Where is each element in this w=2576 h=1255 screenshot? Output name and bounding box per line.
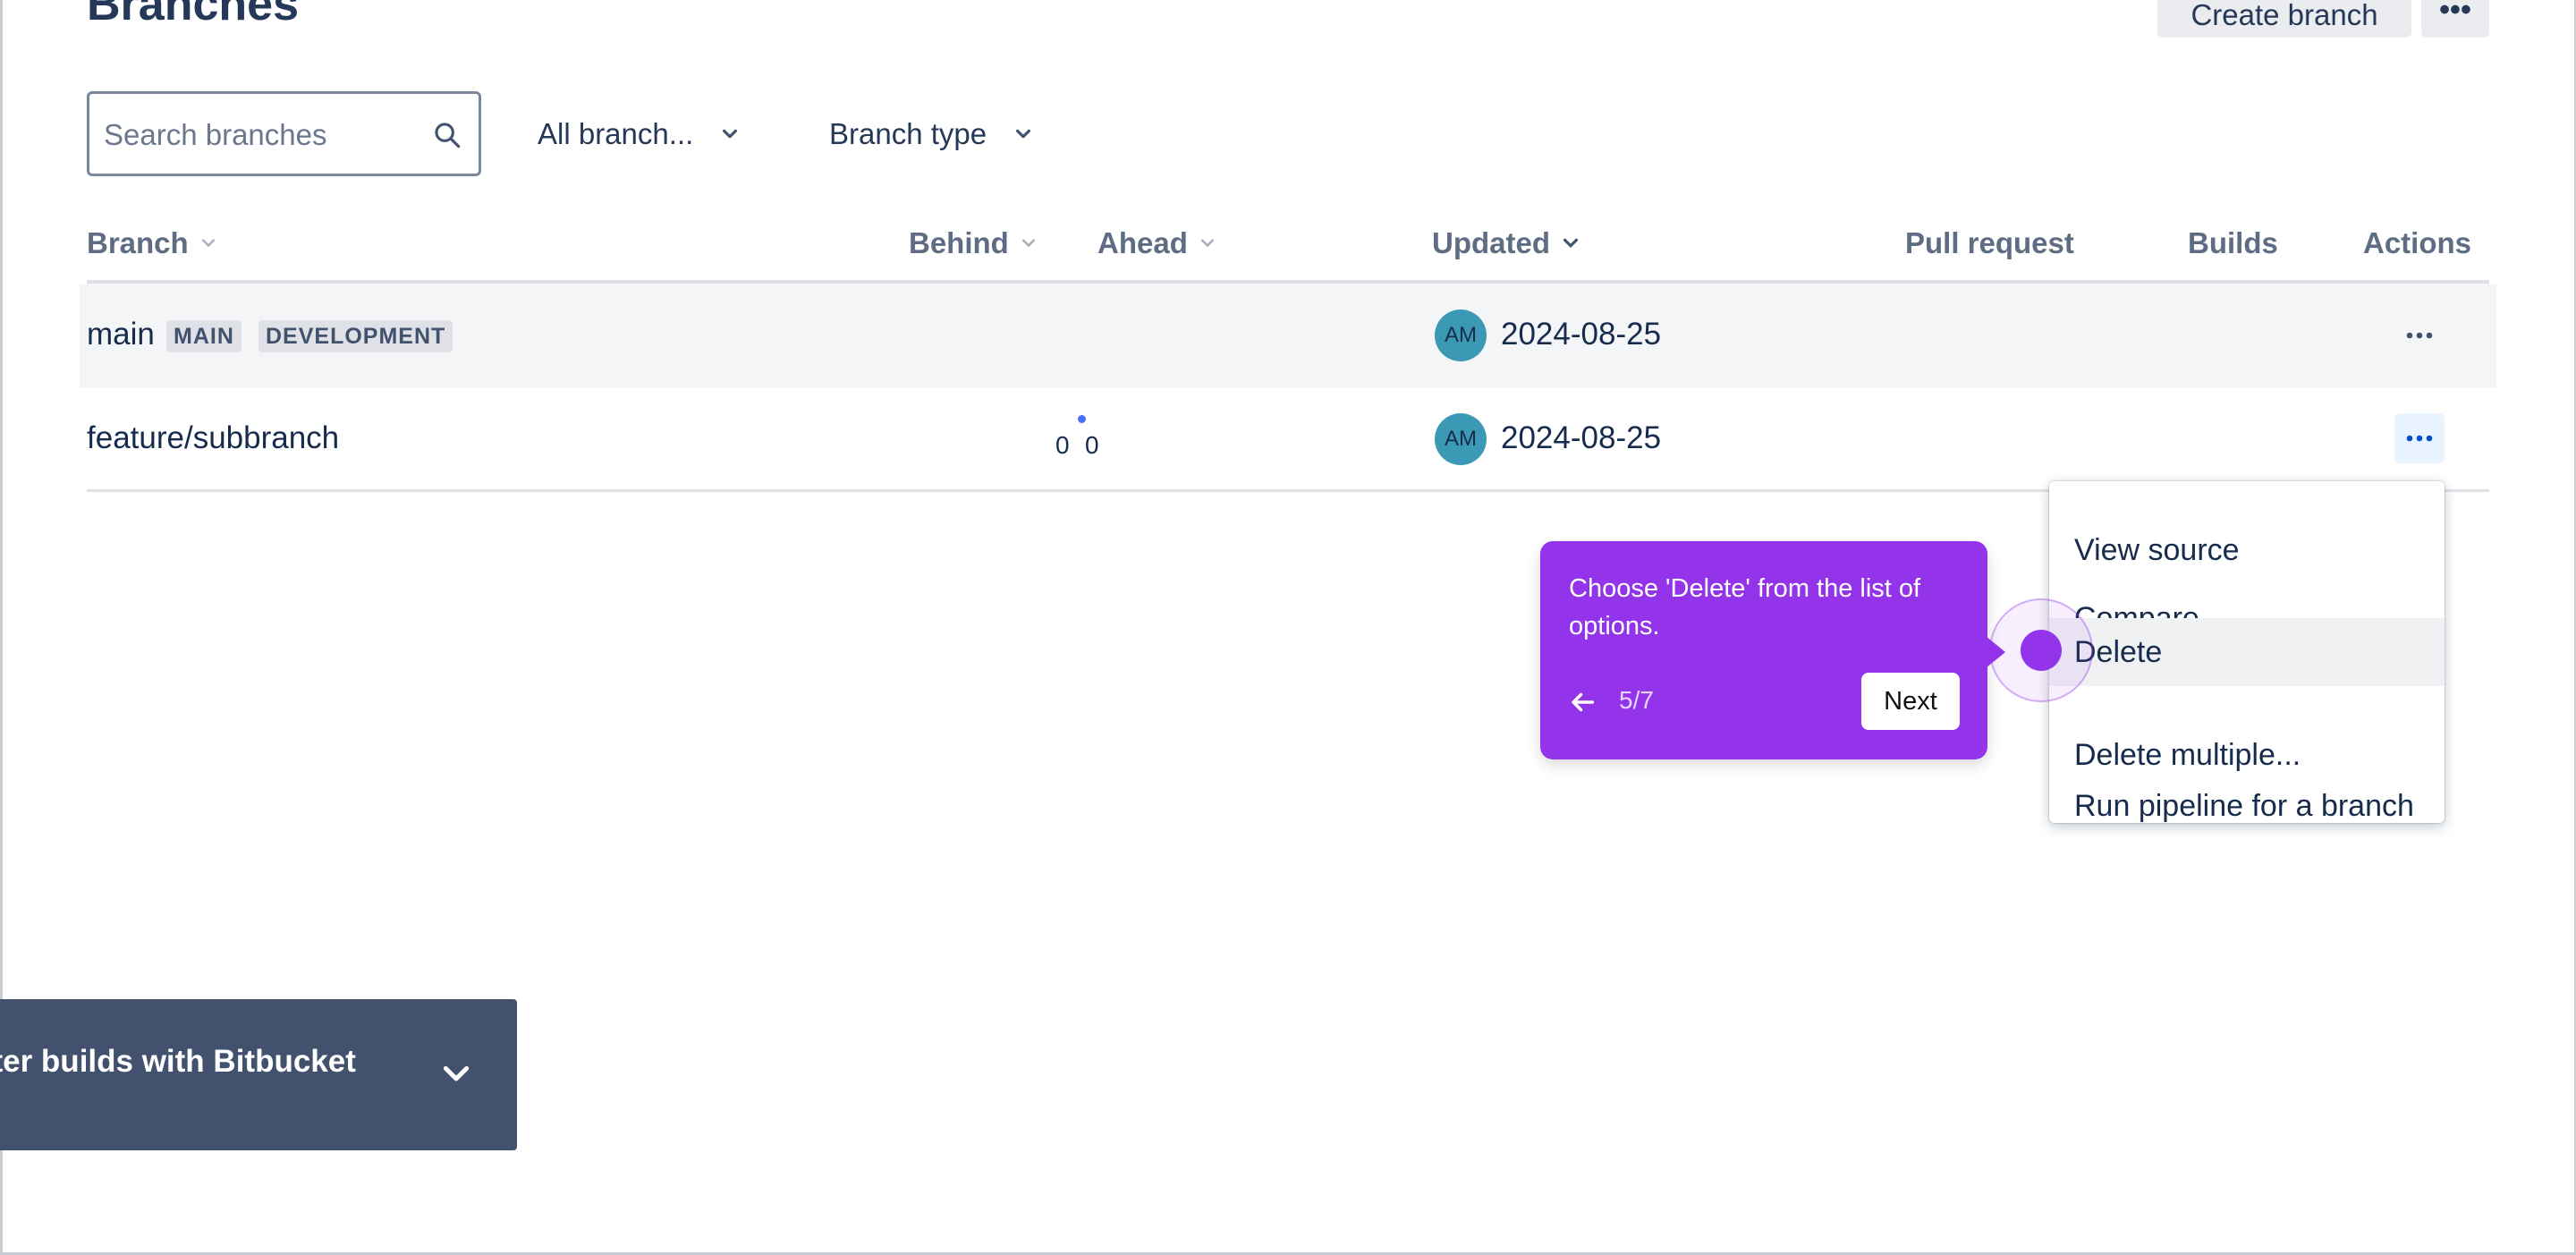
column-header-pull-request: Pull request <box>1905 226 2074 259</box>
column-header-actions: Actions <box>2363 226 2472 259</box>
sort-chevron-icon <box>201 239 215 248</box>
branch-link[interactable]: feature/subbranch <box>87 420 339 456</box>
branch-lozenge-development: DEVELOPMENT <box>258 320 453 352</box>
column-label: Behind <box>909 226 1009 259</box>
menu-item-run-pipeline[interactable]: Run pipeline for a branch <box>2049 789 2445 823</box>
column-header-behind[interactable]: Behind <box>909 226 1038 260</box>
menu-item-view-source[interactable]: View source <box>2049 516 2445 584</box>
page-title: Branches <box>87 0 299 30</box>
sort-chevron-icon <box>1021 239 1035 248</box>
row-actions-button[interactable] <box>2394 310 2445 360</box>
branch-type-dropdown[interactable]: Branch type <box>829 107 1033 161</box>
sort-chevron-icon <box>1563 238 1579 249</box>
actions-dropdown-menu: View source Compare Delete Delete multip… <box>2049 481 2445 823</box>
chevron-down-icon[interactable] <box>438 1056 474 1092</box>
menu-item-delete-multiple[interactable]: Delete multiple... <box>2049 721 2445 789</box>
more-actions-button[interactable]: ••• <box>2421 0 2489 38</box>
chevron-down-icon <box>723 129 738 139</box>
column-header-builds: Builds <box>2188 226 2278 259</box>
next-button[interactable]: Next <box>1861 673 1960 730</box>
updated-date: 2024-08-25 <box>1501 317 1662 352</box>
sort-chevron-icon <box>1200 239 1214 248</box>
search-box <box>87 91 481 176</box>
column-label: Branch <box>87 226 189 259</box>
branch-lozenge-main: MAIN <box>166 320 242 352</box>
branch-link[interactable]: main <box>87 317 155 352</box>
column-header-ahead[interactable]: Ahead <box>1097 226 1216 260</box>
search-input[interactable] <box>102 94 428 175</box>
column-header-branch[interactable]: Branch <box>87 226 217 260</box>
chevron-down-icon <box>1016 129 1031 139</box>
create-branch-button[interactable]: Create branch <box>2157 0 2411 38</box>
more-icon <box>2406 435 2433 442</box>
updated-date: 2024-08-25 <box>1501 420 1662 455</box>
ahead-count: 0 <box>1085 431 1099 459</box>
banner-text: ster builds with Bitbucket <box>0 1044 356 1079</box>
avatar[interactable]: AM <box>1435 413 1487 465</box>
menu-item-delete[interactable]: Delete <box>2049 618 2445 686</box>
branch-type-label: Branch type <box>829 117 987 150</box>
beacon-dot[interactable] <box>2021 630 2062 671</box>
column-label: Ahead <box>1097 226 1188 259</box>
column-label: Updated <box>1432 226 1550 259</box>
all-branches-label: All branch... <box>538 117 694 150</box>
step-counter: 5/7 <box>1619 686 1654 714</box>
arrow-left-icon[interactable] <box>1567 687 1597 717</box>
tooltip-text: Choose 'Delete' from the list of options… <box>1569 574 1921 640</box>
column-header-updated[interactable]: Updated <box>1432 226 1580 260</box>
promo-banner[interactable]: ster builds with Bitbucket <box>0 999 517 1150</box>
ahead-behind-indicator <box>1078 415 1086 423</box>
more-icon <box>2406 332 2433 339</box>
search-icon[interactable] <box>432 120 462 150</box>
avatar[interactable]: AM <box>1435 310 1487 361</box>
all-branches-dropdown[interactable]: All branch... <box>538 107 740 161</box>
behind-count: 0 <box>1055 431 1070 459</box>
row-actions-button-active[interactable] <box>2394 413 2445 463</box>
